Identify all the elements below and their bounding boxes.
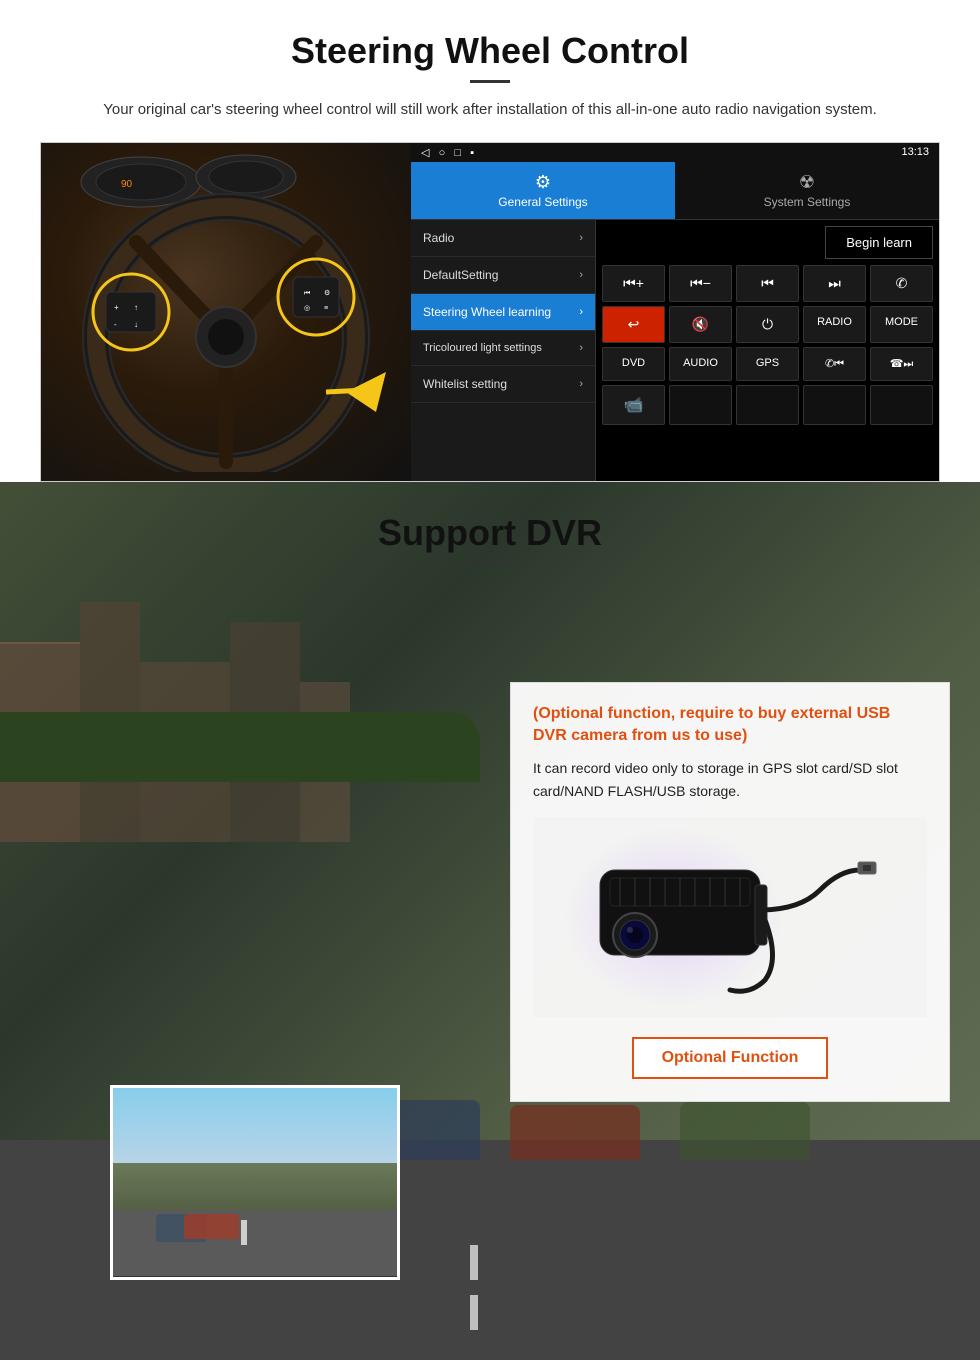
control-grid-row3: DVD AUDIO GPS ✆⏮ ☎⏭ — [602, 347, 933, 381]
ctrl-btn-mode[interactable]: MODE — [870, 306, 933, 343]
menu-item-radio[interactable]: Radio › — [411, 220, 595, 257]
dvr-divider — [470, 562, 510, 565]
ctrl-btn-dvd[interactable]: DVD — [602, 347, 665, 381]
ctrl-btn-mute[interactable]: 🔇 — [669, 306, 732, 343]
camera-body-wrapper — [580, 830, 880, 1005]
dvr-thumbnail — [110, 1085, 400, 1280]
gear-icon: ⚙ — [416, 172, 670, 193]
svg-text:⚙: ⚙ — [324, 289, 330, 297]
svg-text:90: 90 — [121, 179, 133, 190]
steering-wheel-photo: 90 + — [41, 143, 411, 481]
system-icon: ☢ — [680, 172, 934, 193]
status-time: 13:13 — [901, 146, 929, 158]
android-statusbar: ◁ ○ □ ▪ 13:13 — [411, 143, 939, 162]
steering-demo: 90 + — [40, 142, 940, 482]
svg-text:+: + — [114, 303, 119, 312]
svg-text:◎: ◎ — [304, 305, 310, 312]
ctrl-btn-audio[interactable]: AUDIO — [669, 347, 732, 381]
chevron-icon: › — [579, 232, 583, 244]
ctrl-btn-vol-up[interactable]: ⏮+ — [602, 265, 665, 302]
camera-svg — [580, 830, 880, 1000]
control-grid-row2: ↩ 🔇 ⏻ RADIO MODE — [602, 306, 933, 343]
ctrl-btn-call[interactable]: ✆ — [870, 265, 933, 302]
steering-section: Steering Wheel Control Your original car… — [0, 0, 980, 482]
controls-panel: Begin learn ⏮+ ⏮− ⏮ ⏭ ✆ ↩ 🔇 ⏻ — [596, 220, 939, 481]
camera-illustration — [533, 817, 927, 1017]
ctrl-btn-next[interactable]: ⏭ — [803, 265, 866, 302]
menu-item-steering-wheel-learning[interactable]: Steering Wheel learning › — [411, 294, 595, 331]
ctrl-btn-empty1 — [669, 385, 732, 425]
optional-function-button[interactable]: Optional Function — [632, 1037, 829, 1079]
dvr-info-card: (Optional function, require to buy exter… — [510, 682, 950, 1103]
ctrl-btn-radio[interactable]: RADIO — [803, 306, 866, 343]
dvr-section: Support DVR (Optional function, require … — [0, 482, 980, 1360]
nav-icons: ◁ ○ □ ▪ — [421, 146, 474, 159]
svg-text:⏮: ⏮ — [304, 290, 310, 297]
optional-function-area: Optional Function — [533, 1029, 927, 1079]
ctrl-btn-call-prev[interactable]: ✆⏮ — [803, 347, 866, 381]
title-divider — [470, 80, 510, 83]
svg-text:-: - — [114, 320, 117, 329]
ctrl-btn-empty2 — [736, 385, 799, 425]
svg-text:≡: ≡ — [324, 305, 328, 312]
ctrl-btn-call-next[interactable]: ☎⏭ — [870, 347, 933, 381]
ctrl-btn-hangup[interactable]: ↩ — [602, 306, 665, 343]
steering-wheel-svg: 90 + — [56, 152, 396, 472]
dvr-title: Support DVR — [0, 512, 980, 554]
ctrl-btn-prev[interactable]: ⏮ — [736, 265, 799, 302]
chevron-icon: › — [579, 342, 583, 354]
begin-learn-button[interactable]: Begin learn — [825, 226, 933, 259]
tab-system-settings[interactable]: ☢ System Settings — [675, 162, 939, 219]
dvr-optional-text: (Optional function, require to buy exter… — [533, 703, 927, 748]
android-panel: ◁ ○ □ ▪ 13:13 ⚙ General Settings ☢ Syste… — [411, 143, 939, 481]
control-grid-row4: 📹 — [602, 385, 933, 425]
dvr-title-area: Support DVR — [0, 482, 980, 580]
begin-learn-row: Begin learn — [602, 226, 933, 259]
ctrl-btn-empty3 — [803, 385, 866, 425]
ctrl-btn-empty4 — [870, 385, 933, 425]
menu-item-whitelist[interactable]: Whitelist setting › — [411, 366, 595, 403]
android-content: Radio › DefaultSetting › Steering Wheel … — [411, 220, 939, 481]
dvr-description: It can record video only to storage in G… — [533, 757, 927, 802]
ctrl-btn-gps[interactable]: GPS — [736, 347, 799, 381]
tab-system-label: System Settings — [764, 195, 851, 209]
menu-item-defaultsetting[interactable]: DefaultSetting › — [411, 257, 595, 294]
ctrl-btn-vol-dn[interactable]: ⏮− — [669, 265, 732, 302]
svg-text:↑: ↑ — [134, 303, 138, 312]
ctrl-btn-dvr[interactable]: 📹 — [602, 385, 665, 425]
chevron-icon: › — [579, 306, 583, 318]
tab-general-label: General Settings — [498, 195, 587, 209]
steering-title: Steering Wheel Control — [40, 30, 940, 72]
chevron-icon: › — [579, 378, 583, 390]
ctrl-btn-power[interactable]: ⏻ — [736, 306, 799, 343]
control-grid-row1: ⏮+ ⏮− ⏮ ⏭ ✆ — [602, 265, 933, 302]
menu-item-tricoloured[interactable]: Tricoloured light settings › — [411, 331, 595, 366]
chevron-icon: › — [579, 269, 583, 281]
steering-description: Your original car's steering wheel contr… — [40, 99, 940, 122]
tab-general-settings[interactable]: ⚙ General Settings — [411, 162, 675, 219]
android-tabs: ⚙ General Settings ☢ System Settings — [411, 162, 939, 220]
svg-text:↓: ↓ — [134, 320, 138, 329]
menu-list: Radio › DefaultSetting › Steering Wheel … — [411, 220, 596, 481]
